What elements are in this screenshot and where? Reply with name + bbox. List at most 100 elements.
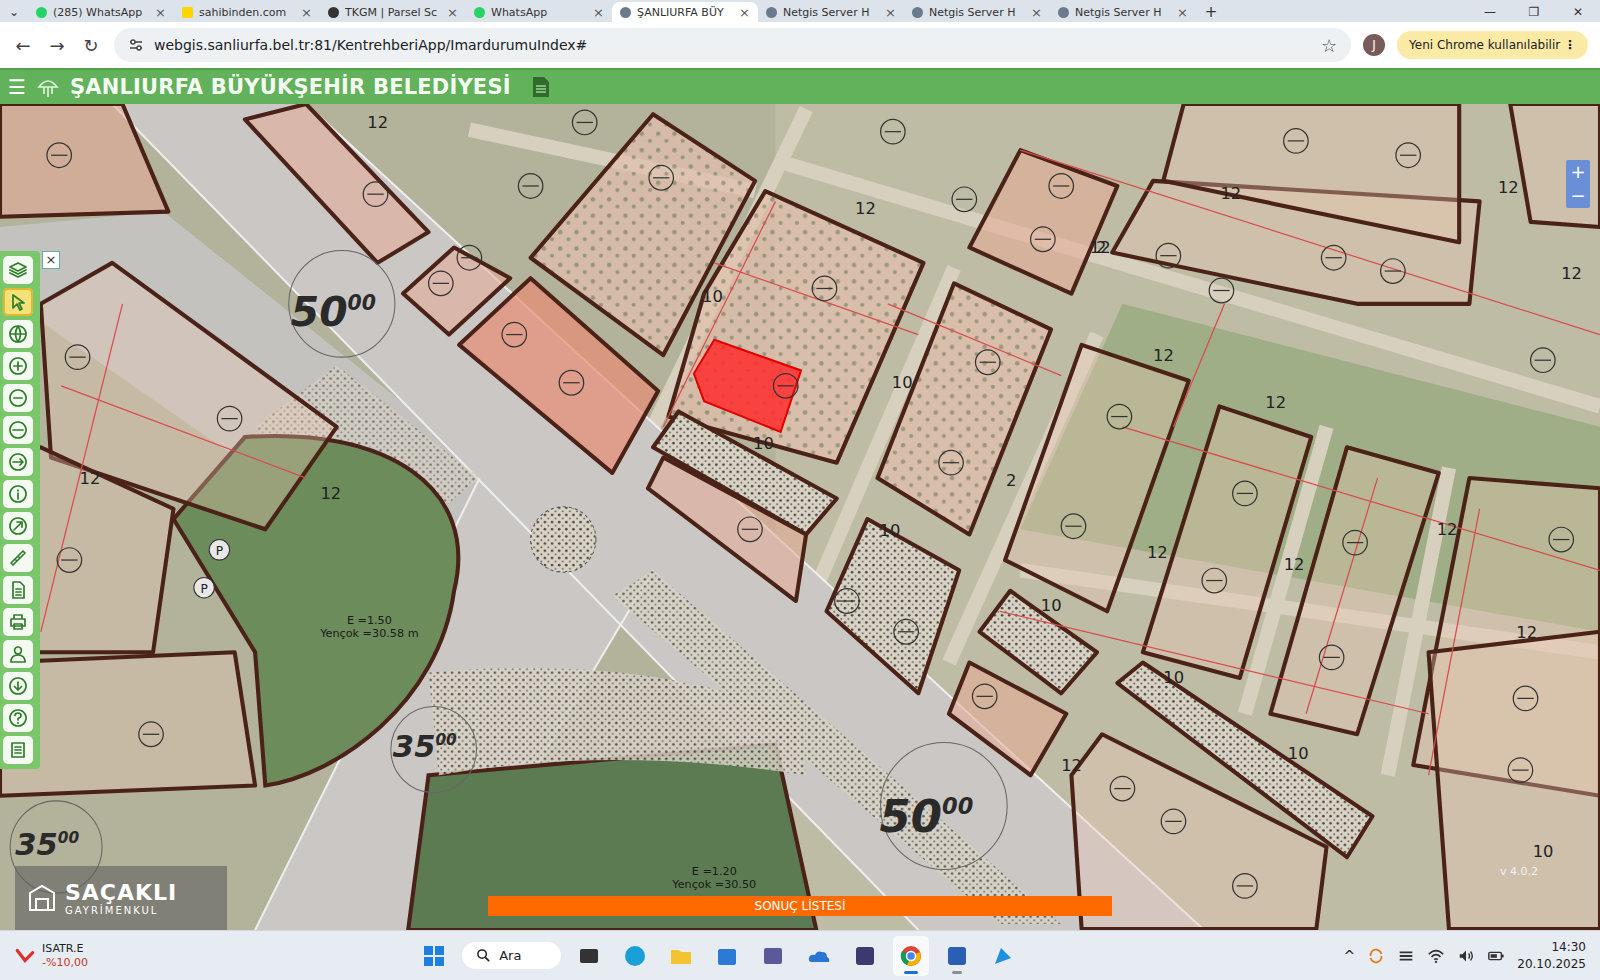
browser-tab[interactable]: ŞANLIURFA BÜY×: [612, 2, 758, 22]
clock[interactable]: 14:3020.10.2025: [1517, 939, 1586, 971]
map-canvas[interactable]: PP50003500500035001212121212121212121212…: [0, 104, 1600, 930]
map-tool-button[interactable]: [3, 288, 33, 316]
tab-close-button[interactable]: ×: [301, 5, 312, 20]
taskbar-app[interactable]: [847, 936, 883, 976]
map-tool-button[interactable]: [3, 416, 33, 444]
street-width-label: 2: [1096, 238, 1106, 257]
nav-button[interactable]: ↻: [80, 35, 102, 56]
browser-tab[interactable]: sahibinden.com×: [174, 2, 320, 22]
map-tool-button[interactable]: [3, 448, 33, 476]
street-width-label: 12: [1498, 178, 1519, 197]
taskbar-app[interactable]: [939, 936, 975, 976]
parcel[interactable]: [878, 283, 1051, 534]
parcel[interactable]: [668, 191, 923, 463]
parcel[interactable]: [969, 150, 1117, 293]
parking-marker: P: [209, 540, 229, 560]
map-tool-button[interactable]: [3, 320, 33, 348]
document-icon[interactable]: [531, 74, 551, 100]
map[interactable]: PP50003500500035001212121212121212121212…: [0, 104, 1600, 930]
nav-button[interactable]: →: [46, 35, 68, 56]
taskbar-app[interactable]: [709, 936, 745, 976]
parcel[interactable]: [1005, 345, 1189, 611]
new-tab-button[interactable]: +: [1196, 3, 1226, 22]
menu-button[interactable]: ☰: [8, 75, 26, 99]
map-tool-button[interactable]: [3, 544, 33, 572]
start-button[interactable]: [416, 936, 452, 976]
parcel[interactable]: [1270, 447, 1438, 734]
tab-close-button[interactable]: ×: [593, 5, 604, 20]
map-tool-button[interactable]: [3, 576, 33, 604]
browser-tab[interactable]: WhatsApp×: [466, 2, 612, 22]
favicon-icon: [766, 7, 777, 18]
map-tool-button[interactable]: [3, 256, 33, 284]
taskbar-app[interactable]: [985, 936, 1021, 976]
map-tool-button[interactable]: [3, 672, 33, 700]
parcel-marker-icon: [502, 322, 526, 347]
taskbar-apps: Ara: [244, 936, 1344, 976]
parcel[interactable]: [1163, 104, 1459, 242]
parcel-marker-icon: [457, 245, 481, 270]
tab-label: TKGM | Parsel Sc: [345, 6, 441, 19]
parcel[interactable]: [1143, 406, 1311, 678]
parcel[interactable]: [1429, 632, 1600, 929]
taskbar-app[interactable]: [571, 936, 607, 976]
map-tool-button[interactable]: [3, 384, 33, 412]
taskbar-app[interactable]: [893, 936, 929, 976]
parcel[interactable]: [0, 104, 168, 217]
map-tool-button[interactable]: [3, 640, 33, 668]
map-tool-button[interactable]: [3, 480, 33, 508]
taskbar-app[interactable]: [755, 936, 791, 976]
map-tool-button[interactable]: [3, 352, 33, 380]
toolbar-close-button[interactable]: ×: [42, 251, 60, 269]
bookmark-button[interactable]: ☆: [1321, 35, 1337, 56]
taskbar-app[interactable]: [663, 936, 699, 976]
browser-tab[interactable]: Netgis Server H×: [1050, 2, 1196, 22]
wifi-icon[interactable]: [1427, 947, 1445, 965]
battery-icon[interactable]: [1487, 947, 1505, 965]
parcel[interactable]: [1510, 104, 1600, 227]
settings-icon[interactable]: [1397, 947, 1415, 965]
tab-close-button[interactable]: ×: [739, 5, 750, 20]
results-bar[interactable]: SONUÇ LİSTESİ: [488, 896, 1112, 916]
stock-widget[interactable]: ISATR.E-%10,00: [14, 942, 244, 968]
sync-icon[interactable]: [1367, 947, 1385, 965]
taskbar-app[interactable]: [617, 936, 653, 976]
road-width-label: 3500: [15, 827, 79, 862]
browser-tab[interactable]: TKGM | Parsel Sc ×: [320, 2, 466, 22]
browser-tab[interactable]: Netgis Server H×: [904, 2, 1050, 22]
window-control-button[interactable]: —: [1468, 5, 1512, 22]
url-field[interactable]: webgis.sanliurfa.bel.tr:81/KentrehberiAp…: [114, 28, 1351, 62]
zoom-button[interactable]: +: [1566, 160, 1590, 184]
selected-parcel[interactable]: [694, 340, 801, 432]
window-control-button[interactable]: ❐: [1512, 5, 1556, 22]
tab-search-button[interactable]: ⌄: [0, 5, 28, 22]
zoom-button[interactable]: −: [1566, 184, 1590, 208]
tray-expand-button[interactable]: ^: [1344, 948, 1356, 964]
browser-tab[interactable]: Netgis Server H×: [758, 2, 904, 22]
parcel[interactable]: [648, 458, 806, 601]
taskbar-search[interactable]: Ara: [462, 942, 561, 969]
favicon-icon: [474, 7, 485, 18]
parcel-marker-icon: [1549, 527, 1573, 552]
tab-close-button[interactable]: ×: [885, 5, 896, 20]
map-tool-button[interactable]: [3, 608, 33, 636]
map-tool-button[interactable]: [3, 736, 33, 764]
map-tool-button[interactable]: [3, 512, 33, 540]
taskbar-app[interactable]: [801, 936, 837, 976]
map-tool-button[interactable]: [3, 704, 33, 732]
parcel[interactable]: [245, 104, 429, 263]
stock-down-icon: [14, 945, 36, 967]
volume-icon[interactable]: [1457, 947, 1475, 965]
update-button[interactable]: Yeni Chrome kullanılabilir ⋮: [1397, 31, 1588, 59]
profile-avatar[interactable]: J: [1363, 34, 1385, 56]
parcel[interactable]: [949, 663, 1066, 776]
tab-close-button[interactable]: ×: [447, 5, 458, 20]
nav-button[interactable]: ←: [12, 35, 34, 56]
tab-close-button[interactable]: ×: [1031, 5, 1042, 20]
window-control-button[interactable]: ✕: [1556, 5, 1600, 22]
browser-tab[interactable]: (285) WhatsApp×: [28, 2, 174, 22]
tab-close-button[interactable]: ×: [155, 5, 166, 20]
parcel[interactable]: [827, 519, 960, 693]
site-info-icon[interactable]: [128, 37, 144, 53]
tab-close-button[interactable]: ×: [1177, 5, 1188, 20]
